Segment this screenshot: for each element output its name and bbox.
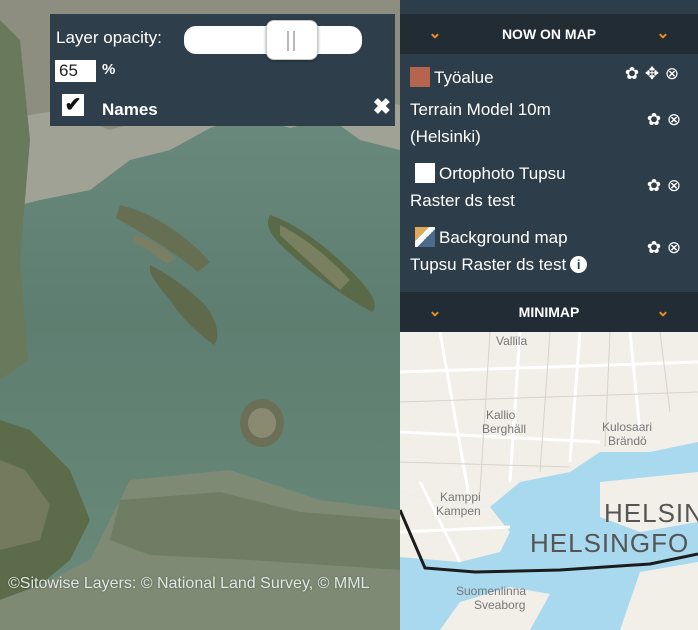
move-icon[interactable]: ✥ (642, 64, 662, 84)
minimap-label-kamppi: Kamppi (440, 490, 481, 504)
map-attribution: ©Sitowise Layers: © National Land Survey… (8, 575, 370, 592)
minimap-label-berghall: Berghäll (482, 422, 527, 436)
layer-tools: ✿ ⊗ (644, 176, 684, 196)
opacity-slider-thumb[interactable] (266, 20, 318, 60)
remove-icon[interactable]: ⊗ (664, 176, 684, 196)
remove-icon[interactable]: ⊗ (664, 238, 684, 258)
close-icon[interactable]: ✖ (373, 96, 391, 118)
gear-icon[interactable]: ✿ (644, 176, 664, 196)
chevron-down-icon[interactable]: ⌄ (650, 14, 676, 54)
layer-name-line1: Terrain Model 10m (410, 100, 551, 119)
chevron-down-icon[interactable]: ⌄ (422, 14, 448, 54)
info-icon[interactable]: i (570, 256, 588, 273)
layer-name: Työalue (434, 68, 494, 87)
gear-icon[interactable]: ✿ (644, 110, 664, 130)
map-thumbnail-icon (415, 227, 435, 247)
minimap-title: MINIMAP (518, 304, 580, 320)
names-label: Names (102, 100, 158, 119)
remove-icon[interactable]: ⊗ (662, 64, 682, 84)
chevron-down-icon[interactable]: ⌄ (422, 292, 448, 332)
percent-sign: % (102, 61, 116, 78)
minimap-label-helsinki: HELSIN (604, 498, 698, 528)
minimap-header[interactable]: ⌄ MINIMAP ⌄ (400, 292, 698, 332)
minimap-label-sveaborg: Sveaborg (474, 598, 526, 612)
minimap[interactable]: Vallila Kallio Berghäll Kulosaari Brändö… (400, 332, 698, 630)
layer-item-tyoalue[interactable]: Työalue (410, 64, 494, 91)
chevron-down-icon[interactable]: ⌄ (650, 292, 676, 332)
opacity-value-input[interactable] (55, 60, 96, 82)
layer-name-line2: Tupsu Raster ds test (410, 255, 567, 274)
layer-name-line1: Ortophoto Tupsu (439, 164, 566, 183)
layer-item-ortophoto[interactable]: Ortophoto Tupsu Raster ds test (410, 160, 566, 214)
gear-icon[interactable]: ✿ (622, 64, 642, 84)
now-on-map-title: NOW ON MAP (501, 26, 597, 42)
layer-opacity-popup: Layer opacity: % ✔ Names ✖ (50, 14, 395, 126)
layer-tools: ✿ ✥ ⊗ (622, 64, 682, 84)
layer-item-background-map[interactable]: Background map Tupsu Raster ds test i (410, 224, 588, 278)
layer-item-terrain-model[interactable]: Terrain Model 10m (Helsinki) (410, 96, 551, 150)
slider-grip-line (293, 31, 295, 51)
layer-tools: ✿ ⊗ (644, 110, 684, 130)
names-checkbox[interactable]: ✔ (62, 94, 84, 116)
opacity-slider[interactable] (184, 20, 362, 60)
minimap-street-map (400, 332, 698, 630)
layer-name-line1: Background map (439, 228, 568, 247)
minimap-label-suomenlinna: Suomenlinna (456, 584, 527, 598)
layer-name-line2: (Helsinki) (410, 127, 481, 146)
opacity-label: Layer opacity: (56, 28, 162, 47)
slider-grip-line (287, 31, 289, 51)
layer-tools: ✿ ⊗ (644, 238, 684, 258)
minimap-label-kulosaari: Kulosaari (602, 420, 653, 434)
layer-color-swatch (415, 163, 435, 183)
layer-color-swatch (410, 67, 430, 87)
gear-icon[interactable]: ✿ (644, 238, 664, 258)
minimap-label-brando: Brändö (608, 434, 647, 448)
minimap-label-vallila: Vallila (496, 334, 528, 348)
minimap-label-helsingfors: HELSINGFO (530, 528, 690, 558)
layer-name-line2: Raster ds test (410, 191, 515, 210)
remove-icon[interactable]: ⊗ (664, 110, 684, 130)
minimap-label-kallio: Kallio (486, 408, 516, 422)
minimap-label-kampen: Kampen (436, 504, 481, 518)
now-on-map-header[interactable]: ⌄ NOW ON MAP ⌄ (400, 14, 698, 54)
